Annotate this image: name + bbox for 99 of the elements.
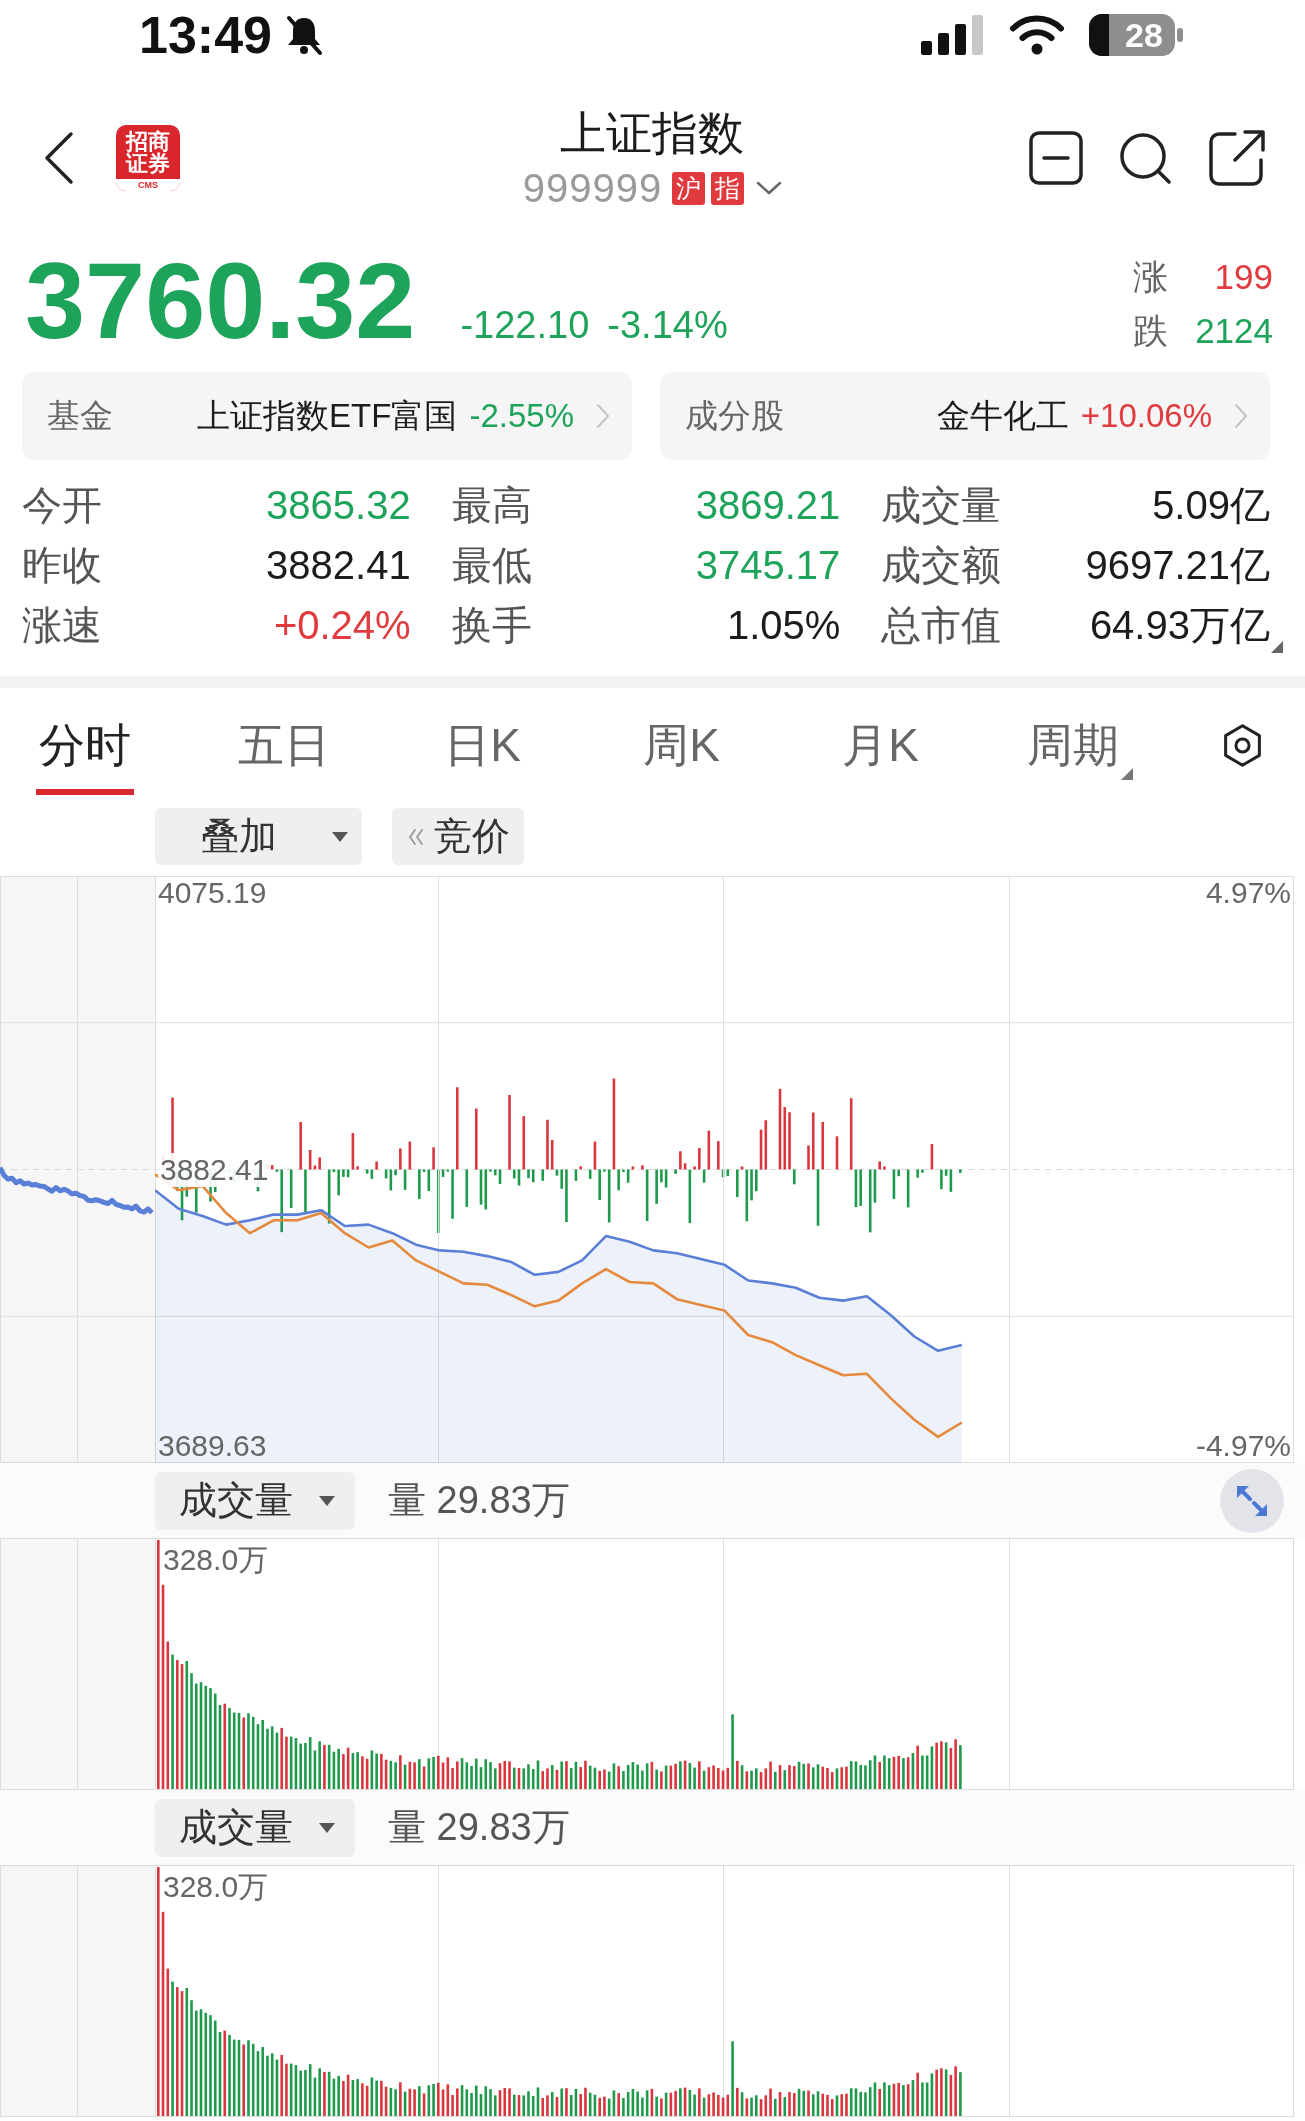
stat-value: 5.09亿 <box>1152 481 1270 529</box>
double-chevron-left-icon <box>408 827 424 846</box>
percent-axis-label: -4.97% <box>1195 1428 1291 1463</box>
volume-max-label: 328.0万 <box>163 1543 269 1577</box>
volume-reading: 量 29.83万 <box>388 1478 570 1523</box>
upper-bar <box>299 1122 302 1170</box>
stat-label: 总市值 <box>881 601 1002 649</box>
upper-bar <box>930 1144 934 1170</box>
last-price: 3760.32 <box>25 246 416 356</box>
y-axis-label: 4075.19 <box>158 876 267 910</box>
change-percent: -2.55% <box>469 397 574 435</box>
signal-icon <box>921 15 985 55</box>
stat-value: +0.24% <box>273 602 411 648</box>
stat-value: 9697.21亿 <box>1085 541 1270 589</box>
back-icon[interactable] <box>43 130 75 186</box>
caret-down-icon <box>319 1495 335 1506</box>
upper-bar <box>641 1165 644 1170</box>
chevron-down-icon[interactable] <box>756 181 783 195</box>
stat-value: 64.93万亿 <box>1089 601 1270 649</box>
stat-value: 3745.17 <box>695 542 841 588</box>
chevron-right-icon <box>1234 403 1248 429</box>
upper-bar <box>375 1161 378 1170</box>
related-security-card[interactable]: 成分股 金牛化工 +10.06% <box>660 372 1270 460</box>
index-title: 上证指数 <box>560 106 745 161</box>
breadth-count: 199 <box>1214 257 1273 297</box>
upper-bar <box>878 1161 881 1170</box>
stat-value: 3882.41 <box>266 542 411 588</box>
stat-label: 今开 <box>22 481 102 529</box>
minus-square-icon[interactable] <box>1029 131 1083 185</box>
upper-bar <box>821 1121 825 1170</box>
upper-bar <box>835 1136 839 1170</box>
upper-bar <box>593 1141 597 1170</box>
upper-bar <box>707 1130 711 1170</box>
caret-down-icon <box>332 831 348 842</box>
upper-bar <box>432 1147 435 1170</box>
stat-value: 3869.21 <box>695 482 841 528</box>
overlay-dropdown[interactable]: 叠加 <box>155 808 362 865</box>
stat-label: 换手 <box>451 601 532 649</box>
period-tab[interactable]: 月K <box>839 718 922 795</box>
upper-bar <box>740 1166 744 1170</box>
share-icon[interactable] <box>1207 128 1267 188</box>
battery-percentage: 28 <box>1124 15 1164 55</box>
change-percent: +10.06% <box>1080 397 1212 435</box>
index-code: 999999 <box>522 165 663 211</box>
search-icon[interactable] <box>1118 131 1172 185</box>
chevron-right-icon <box>596 403 610 429</box>
period-tab[interactable]: 分时 <box>35 718 134 795</box>
security-name: 上证指数ETF富国 <box>197 395 458 436</box>
logo-text: 招商证券 <box>126 131 170 176</box>
breadth-count: 2124 <box>1195 311 1273 351</box>
y-axis-label: 3689.63 <box>158 1429 267 1463</box>
stat-value: 1.05% <box>726 602 841 648</box>
period-tab[interactable]: 五日 <box>234 718 333 795</box>
stat-label: 最低 <box>451 541 532 589</box>
wifi-icon <box>1009 15 1065 55</box>
corner-triangle-icon[interactable] <box>1271 641 1283 653</box>
status-time: 13:49 <box>139 5 272 65</box>
upper-bar <box>475 1108 478 1170</box>
logo-caption: CMS <box>116 179 180 191</box>
upper-bar <box>693 1166 696 1170</box>
period-tab[interactable]: 周K <box>640 718 723 795</box>
upper-bar <box>849 1098 853 1170</box>
breadth-label: 跌 <box>1133 309 1168 352</box>
price-change: -122.10 <box>460 304 590 347</box>
upper-bar <box>631 1166 635 1170</box>
card-label: 成分股 <box>685 395 784 436</box>
battery-icon <box>1089 13 1183 57</box>
card-label: 基金 <box>47 395 113 436</box>
auction-button[interactable]: 竞价 <box>392 808 524 865</box>
indicator-dropdown[interactable]: 成交量 <box>155 1471 355 1530</box>
period-tab[interactable]: 周期 <box>1023 718 1136 795</box>
upper-bar <box>579 1166 582 1170</box>
stat-label: 成交额 <box>881 541 1002 589</box>
market-badge: 指 <box>711 171 745 205</box>
upper-bar <box>883 1166 886 1170</box>
expand-icon[interactable] <box>1220 1468 1284 1533</box>
period-tab[interactable]: 日K <box>441 718 524 795</box>
muted-bell-icon <box>284 14 324 56</box>
security-name: 金牛化工 <box>936 395 1069 436</box>
market-badge: 沪 <box>672 171 706 205</box>
related-security-card[interactable]: 基金 上证指数ETF富国 -2.55% <box>22 372 632 460</box>
upper-bar <box>717 1141 720 1170</box>
upper-bar <box>522 1116 526 1170</box>
y-axis-label: 3882.41 <box>158 1152 271 1187</box>
volume-reading: 量 29.83万 <box>388 1805 570 1850</box>
upper-bar <box>408 1141 412 1170</box>
percent-change: -3.14% <box>607 304 728 347</box>
caret-down-icon <box>319 1822 335 1833</box>
stat-label: 涨速 <box>22 601 102 649</box>
upper-bar <box>698 1148 701 1170</box>
breadth-label: 涨 <box>1133 255 1168 298</box>
volume-max-label: 328.0万 <box>163 1870 269 1904</box>
indicator-dropdown[interactable]: 成交量 <box>155 1798 355 1857</box>
percent-axis-label: 4.97% <box>1205 876 1291 911</box>
upper-bar <box>399 1148 402 1170</box>
stat-label: 最高 <box>451 481 532 529</box>
stat-label: 成交量 <box>881 481 1002 529</box>
stat-value: 3865.32 <box>266 482 411 528</box>
stat-label: 昨收 <box>22 541 102 589</box>
